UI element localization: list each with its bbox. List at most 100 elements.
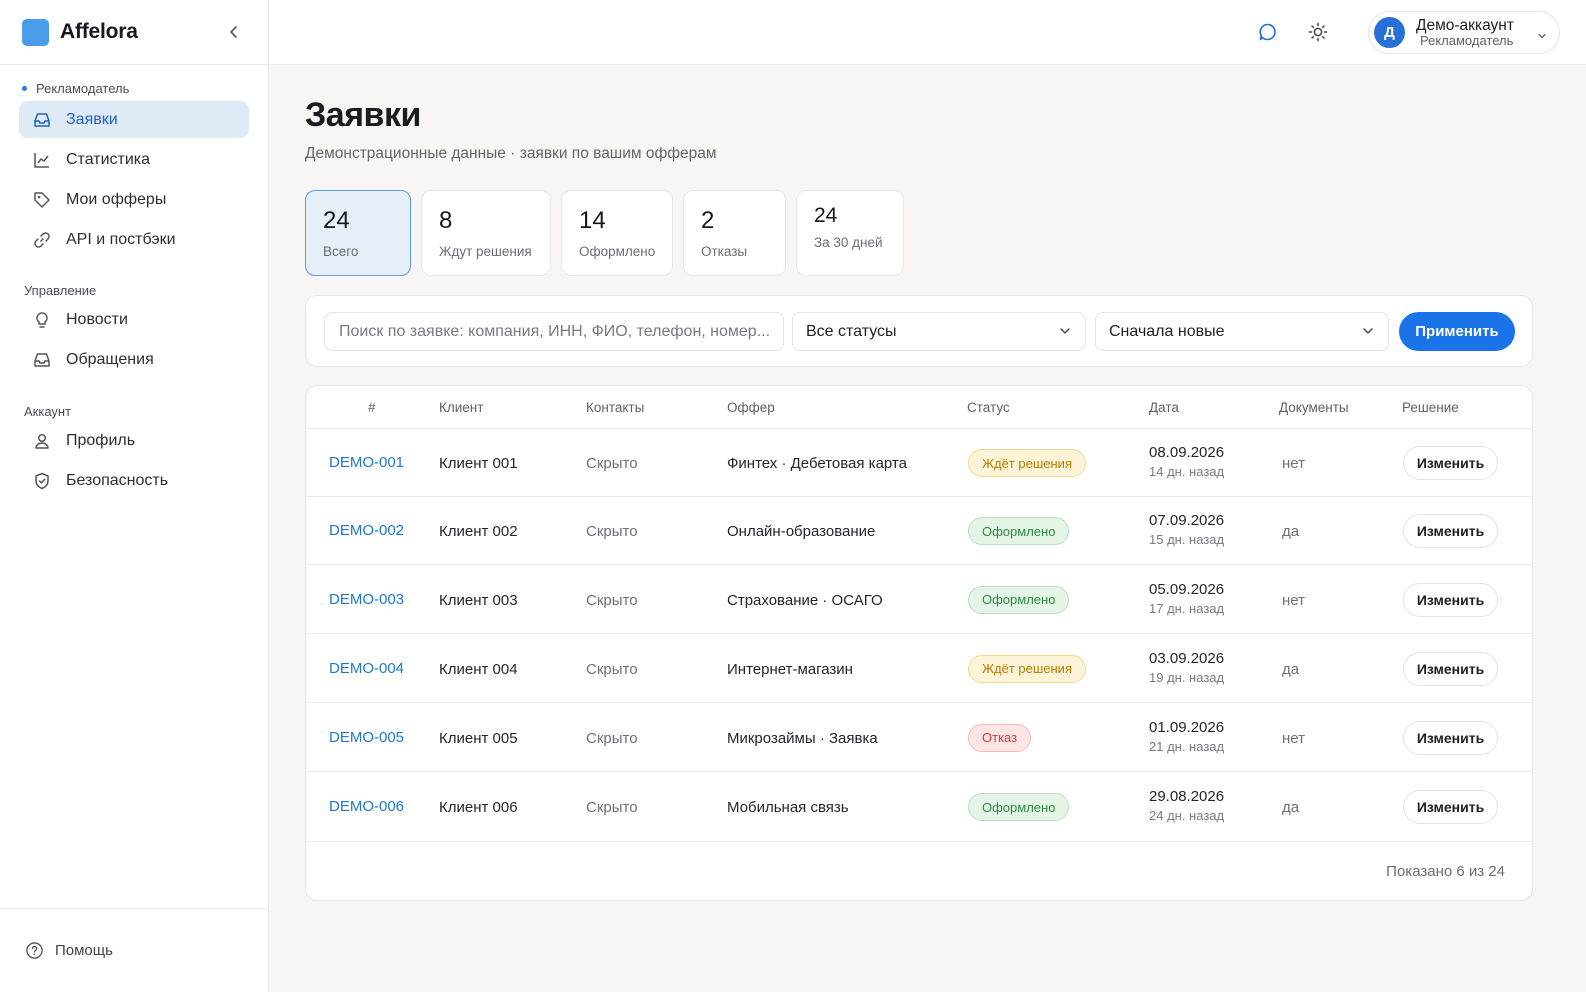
date-value: 01.09.2026 xyxy=(1149,718,1225,736)
date-cell: 29.08.2026 24 дн. назад xyxy=(1149,788,1224,823)
account-text: Демо-аккаунт Рекламодатель xyxy=(1416,17,1514,48)
request-id-link[interactable]: DEMO-001 xyxy=(329,454,404,471)
search-input[interactable] xyxy=(324,312,784,351)
client-name: Клиент 005 xyxy=(439,729,518,747)
documents-value: нет xyxy=(1282,729,1305,747)
tag-icon xyxy=(32,190,52,210)
main-content: Заявки Демонстрационные данные · заявки … xyxy=(305,65,1533,901)
messages-button[interactable] xyxy=(1256,20,1280,44)
contacts-value: Скрыто xyxy=(586,455,638,472)
requests-table: # Клиент Контакты Оффер Статус Дата Доку… xyxy=(305,385,1533,901)
lightbulb-icon xyxy=(32,310,52,330)
contacts-value: Скрыто xyxy=(586,523,638,540)
sidebar-item-news[interactable]: Новости xyxy=(19,301,249,338)
request-id-link[interactable]: DEMO-003 xyxy=(329,591,404,608)
status-badge: Отказ xyxy=(968,723,1032,752)
sidebar-item-profile[interactable]: Профиль xyxy=(19,422,249,459)
column-header-id: # xyxy=(368,400,376,415)
request-id-link[interactable]: DEMO-005 xyxy=(329,729,404,746)
inbox-icon xyxy=(32,350,52,370)
sidebar-item-security[interactable]: Безопасность xyxy=(19,462,249,499)
stat-label: Оформлено xyxy=(579,244,656,259)
date-value: 03.09.2026 xyxy=(1149,649,1225,667)
stat-value: 2 xyxy=(701,207,715,234)
status-select[interactable]: Все статусы xyxy=(792,312,1086,351)
sidebar-item-label: Статистика xyxy=(66,150,151,168)
help-link[interactable]: Помощь xyxy=(0,908,268,992)
column-header-contacts: Контакты xyxy=(586,400,645,415)
stats-row: 24 Всего 8 Ждут решения 14 Оформлено 2 О… xyxy=(305,190,1533,276)
date-relative: 17 дн. назад xyxy=(1149,600,1225,616)
client-name: Клиент 004 xyxy=(439,660,518,678)
link-icon xyxy=(32,230,52,250)
status-badge: Ждёт решения xyxy=(968,654,1086,683)
column-header-date: Дата xyxy=(1149,400,1179,415)
table-row: DEMO-003 Клиент 003 Скрыто Страхование · ОС… xyxy=(306,565,1532,634)
chevron-down-icon xyxy=(1362,326,1374,336)
collapse-sidebar-button[interactable] xyxy=(224,22,244,42)
sidebar-item-label: Мои офферы xyxy=(66,190,167,208)
status-select-value: Все статусы xyxy=(806,322,897,340)
request-id-link[interactable]: DEMO-002 xyxy=(329,522,404,539)
stat-card-rejected[interactable]: 2 Отказы xyxy=(683,190,786,276)
sort-select[interactable]: Сначала новые xyxy=(1095,312,1389,351)
stat-card-total[interactable]: 24 Всего xyxy=(305,190,411,276)
request-id-link[interactable]: DEMO-006 xyxy=(329,798,404,815)
request-id-link[interactable]: DEMO-004 xyxy=(329,660,404,677)
stat-value: 24 xyxy=(323,207,350,234)
sidebar-item-tickets[interactable]: Обращения xyxy=(19,341,249,378)
date-relative: 15 дн. назад xyxy=(1149,532,1225,547)
stat-value: 24 xyxy=(814,204,838,227)
topbar: Д Демо-аккаунт Рекламодатель xyxy=(269,0,1586,65)
status-badge: Оформлено xyxy=(968,793,1070,821)
apply-button[interactable]: Применить xyxy=(1399,312,1515,351)
user-icon xyxy=(32,431,52,451)
chevron-down-icon xyxy=(1059,326,1071,336)
date-value: 29.08.2026 xyxy=(1149,788,1225,805)
stat-value: 8 xyxy=(439,207,453,234)
sidebar-nav-main: Заявки Статистика Мои офферы API и постб… xyxy=(0,101,268,258)
pagination-info: Показано 6 из 24 xyxy=(1386,863,1505,880)
edit-button[interactable]: Изменить xyxy=(1403,514,1498,548)
client-name: Клиент 001 xyxy=(439,455,518,472)
offer-name: Мобильная связь xyxy=(727,799,849,816)
page-title: Заявки xyxy=(305,96,421,134)
edit-button[interactable]: Изменить xyxy=(1403,651,1498,686)
account-menu[interactable]: Д Демо-аккаунт Рекламодатель xyxy=(1368,11,1560,54)
edit-button[interactable]: Изменить xyxy=(1403,790,1498,824)
section-title-account: Аккаунт xyxy=(24,404,72,419)
sidebar-item-label: Обращения xyxy=(66,350,154,368)
stat-label: За 30 дней xyxy=(814,235,883,250)
sidebar-item-offers[interactable]: Мои офферы xyxy=(19,181,249,218)
edit-button[interactable]: Изменить xyxy=(1403,720,1498,755)
contacts-value: Скрыто xyxy=(586,799,638,816)
stat-card-30days[interactable]: 24 За 30 дней xyxy=(796,190,904,276)
column-header-documents: Документы xyxy=(1279,400,1349,415)
page-subtitle: Демонстрационные данные · заявки по ваши… xyxy=(305,145,717,162)
date-cell: 08.09.2026 14 дн. назад xyxy=(1149,444,1224,479)
theme-toggle-button[interactable] xyxy=(1306,20,1330,44)
table-row: DEMO-001 Клиент 001 Скрыто Финтех · Дебетов… xyxy=(306,429,1532,497)
sidebar-item-label: Профиль xyxy=(66,431,136,449)
stat-label: Ждут решения xyxy=(439,244,532,259)
date-cell: 01.09.2026 21 дн. назад xyxy=(1149,719,1224,754)
offer-name: Финтех · Дебетовая карта xyxy=(727,455,907,472)
date-cell: 03.09.2026 19 дн. назад xyxy=(1149,650,1224,685)
brand-name: Affelora xyxy=(60,20,138,43)
shield-icon xyxy=(32,471,52,491)
stat-card-pending[interactable]: 8 Ждут решения xyxy=(421,190,551,276)
sidebar-item-statistics[interactable]: Статистика xyxy=(19,141,249,178)
sidebar-item-api[interactable]: API и постбэки xyxy=(19,221,249,258)
edit-button[interactable]: Изменить xyxy=(1403,446,1498,480)
sidebar-item-requests[interactable]: Заявки xyxy=(19,101,249,138)
edit-button[interactable]: Изменить xyxy=(1403,582,1498,617)
brand-logo xyxy=(22,18,49,46)
table-row: DEMO-002 Клиент 002 Скрыто Онлайн-образован… xyxy=(306,497,1532,565)
filters-bar: Все статусы Сначала новые Применить xyxy=(305,295,1533,367)
stat-label: Отказы xyxy=(701,244,748,259)
date-cell: 07.09.2026 15 дн. назад xyxy=(1149,512,1224,547)
table-row: DEMO-005 Клиент 005 Скрыто Микрозаймы · Зая… xyxy=(306,703,1532,772)
documents-value: да xyxy=(1282,660,1300,678)
stat-card-done[interactable]: 14 Оформлено xyxy=(561,190,673,276)
stat-value: 14 xyxy=(579,207,606,234)
